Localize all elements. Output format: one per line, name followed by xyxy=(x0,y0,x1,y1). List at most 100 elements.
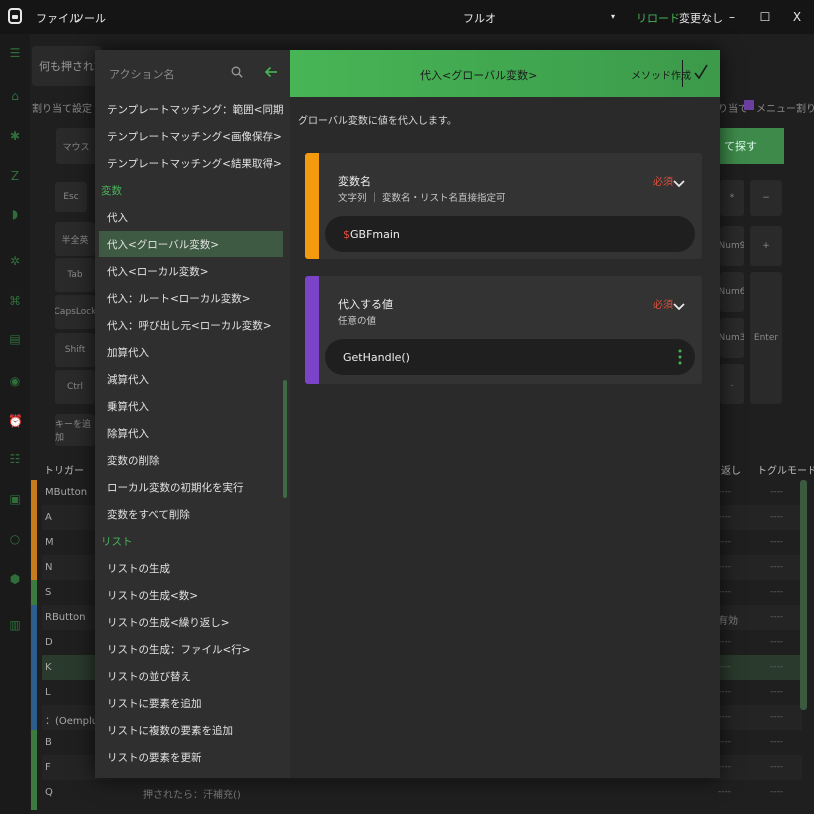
menu-assign-icon xyxy=(744,100,754,110)
list-item[interactable]: リストに要素を追加 xyxy=(99,690,283,716)
save-icon[interactable]: ▥ xyxy=(8,618,22,632)
list-item[interactable]: ローカル変数の初期化を実行 xyxy=(99,474,283,500)
bg-key-esc: Esc xyxy=(55,182,87,212)
nav-rail: ☰ ⌂ ✱ Z ◗ ✲ ⌘ ▤ ◉ ⏰ ☷ ▣ ○ ⬢ ▥ xyxy=(0,34,30,814)
param-type-stripe xyxy=(305,276,319,384)
list-item[interactable]: 除算代入 xyxy=(99,420,283,446)
assign-value-field[interactable]: GetHandle() xyxy=(325,339,695,375)
bg-key-tab: Tab xyxy=(55,258,95,292)
repeat-cell: ---- xyxy=(718,787,731,797)
action-search-input[interactable] xyxy=(109,66,219,82)
gamepad-icon[interactable]: ◉ xyxy=(8,374,22,388)
list-category: リスト xyxy=(101,536,133,548)
list-item[interactable]: 代入<ローカル変数> xyxy=(99,258,283,284)
menu-icon[interactable]: ☰ xyxy=(8,46,22,60)
toggle-cell: ---- xyxy=(770,712,783,722)
minimize-button[interactable]: – xyxy=(722,7,742,27)
keyboard-icon[interactable]: ▤ xyxy=(8,332,22,346)
list-item[interactable]: テンプレートマッチング：範囲<同期> xyxy=(99,96,283,122)
bg-num-dot: . xyxy=(720,364,744,404)
toggle-cell: ---- xyxy=(770,787,783,797)
settings-icon[interactable]: ✲ xyxy=(8,254,22,268)
command-icon[interactable]: ⌘ xyxy=(8,294,22,308)
toggle-cell: ---- xyxy=(770,562,783,572)
list-item[interactable]: リストの生成 xyxy=(99,555,283,581)
list-item[interactable]: リストに複数の要素を追加 xyxy=(99,717,283,743)
list-item[interactable]: 代入 xyxy=(99,204,283,230)
bg-search-button: て探す xyxy=(720,128,784,164)
back-arrow-icon[interactable] xyxy=(263,64,279,80)
list-item[interactable]: リストの生成<繰り返し> xyxy=(99,609,283,635)
variable-name-field[interactable]: $GBFmain xyxy=(325,216,695,252)
list-item-selected[interactable]: 代入<グローバル変数> xyxy=(99,231,283,257)
bg-key-zenkaku: 半全英 xyxy=(55,222,95,256)
bg-num3: Num3 xyxy=(720,318,744,358)
required-badge: 必須 xyxy=(653,300,673,311)
cube-icon[interactable]: ⬢ xyxy=(8,572,22,586)
bg-num-star: * xyxy=(720,180,744,216)
menu-tool[interactable]: ツール xyxy=(73,10,106,26)
bookmark-icon[interactable]: ◗ xyxy=(8,207,22,221)
param-type: 任意の値 xyxy=(338,316,377,327)
assign-value: GetHandle() xyxy=(343,351,410,364)
list-item[interactable]: テンプレートマッチング<画像保存> xyxy=(99,123,283,149)
list-item[interactable]: 変数の削除 xyxy=(99,447,283,473)
home-icon[interactable]: ⌂ xyxy=(8,89,22,103)
list-item[interactable]: 変数をすべて削除 xyxy=(99,501,283,527)
book-icon[interactable]: ▣ xyxy=(8,492,22,506)
list-item[interactable]: リストの要素を更新 xyxy=(99,744,283,770)
required-badge: 必須 xyxy=(653,177,673,188)
maximize-button[interactable]: ☐ xyxy=(755,7,775,27)
chevron-down-icon[interactable] xyxy=(673,302,685,312)
list-scrollbar[interactable] xyxy=(283,380,287,498)
param-card-assign-value: 代入する値 任意の値 必須 GetHandle() xyxy=(305,276,702,384)
bg-mouse-button: マウス xyxy=(56,128,96,164)
bg-bottom-action: 押されたら：汗補充() xyxy=(143,790,241,801)
close-button[interactable]: X xyxy=(787,7,807,27)
app-logo-icon xyxy=(8,8,22,24)
title-bar: ファイル ツール フルオ ▾ リロード 変更なし – ☐ X xyxy=(0,0,814,34)
toggle-cell: ---- xyxy=(770,487,783,497)
list-item[interactable]: 代入：ルート<ローカル変数> xyxy=(99,285,283,311)
list-item[interactable]: リストの並び替え xyxy=(99,663,283,689)
editor-header: 代入<グローバル変数> メソッド作成 xyxy=(290,50,720,97)
bg-key-ctrl: Ctrl xyxy=(55,370,95,404)
param-card-variable-name: 変数名 文字列 ｜ 変数名・リスト名直接指定可 必須 $GBFmain xyxy=(305,153,702,259)
action-description: グローバル変数に値を代入します。 xyxy=(298,116,457,127)
list-icon[interactable]: ☷ xyxy=(8,452,22,466)
alarm-icon[interactable]: ⏰ xyxy=(8,414,23,428)
toggle-cell: ---- xyxy=(770,737,783,747)
param-type-stripe xyxy=(305,153,319,259)
reload-button[interactable]: リロード xyxy=(636,10,680,26)
list-item[interactable]: 減算代入 xyxy=(99,366,283,392)
action-search xyxy=(95,50,290,95)
circle-icon[interactable]: ○ xyxy=(8,532,22,546)
list-item[interactable]: テンプレートマッチング<結果取得> xyxy=(99,150,283,176)
bg-key-capslock: CapsLock xyxy=(55,295,95,329)
variable-prefix: $ xyxy=(343,228,350,241)
bg-header-trigger: トリガー xyxy=(44,466,84,477)
search-icon[interactable] xyxy=(231,66,243,78)
list-item[interactable]: 代入：呼び出し元<ローカル変数> xyxy=(99,312,283,338)
check-icon[interactable] xyxy=(693,63,709,81)
param-name: 代入する値 xyxy=(338,298,393,311)
toggle-cell: ---- xyxy=(770,637,783,647)
list-item[interactable]: リストの生成<数> xyxy=(99,582,283,608)
bg-num-plus: + xyxy=(750,226,782,266)
gear-icon[interactable]: ✱ xyxy=(8,129,22,143)
chevron-down-icon[interactable] xyxy=(673,179,685,189)
z-icon[interactable]: Z xyxy=(8,169,22,183)
bg-scrollbar[interactable] xyxy=(800,480,807,710)
list-category: 変数 xyxy=(101,185,122,197)
more-options-icon[interactable] xyxy=(678,349,682,365)
toggle-cell: ---- xyxy=(770,587,783,597)
group-stripe-orange xyxy=(31,480,37,580)
group-stripe-green-2 xyxy=(31,730,37,810)
list-item[interactable]: 乗算代入 xyxy=(99,393,283,419)
profile-dropdown-icon[interactable]: ▾ xyxy=(611,12,615,21)
list-item[interactable]: 加算代入 xyxy=(99,339,283,365)
list-item[interactable]: リストの生成：ファイル<行> xyxy=(99,636,283,662)
bg-num-minus: − xyxy=(750,180,782,216)
param-type: 文字列 ｜ 変数名・リスト名直接指定可 xyxy=(338,193,506,204)
window-title: フルオ xyxy=(463,12,496,25)
